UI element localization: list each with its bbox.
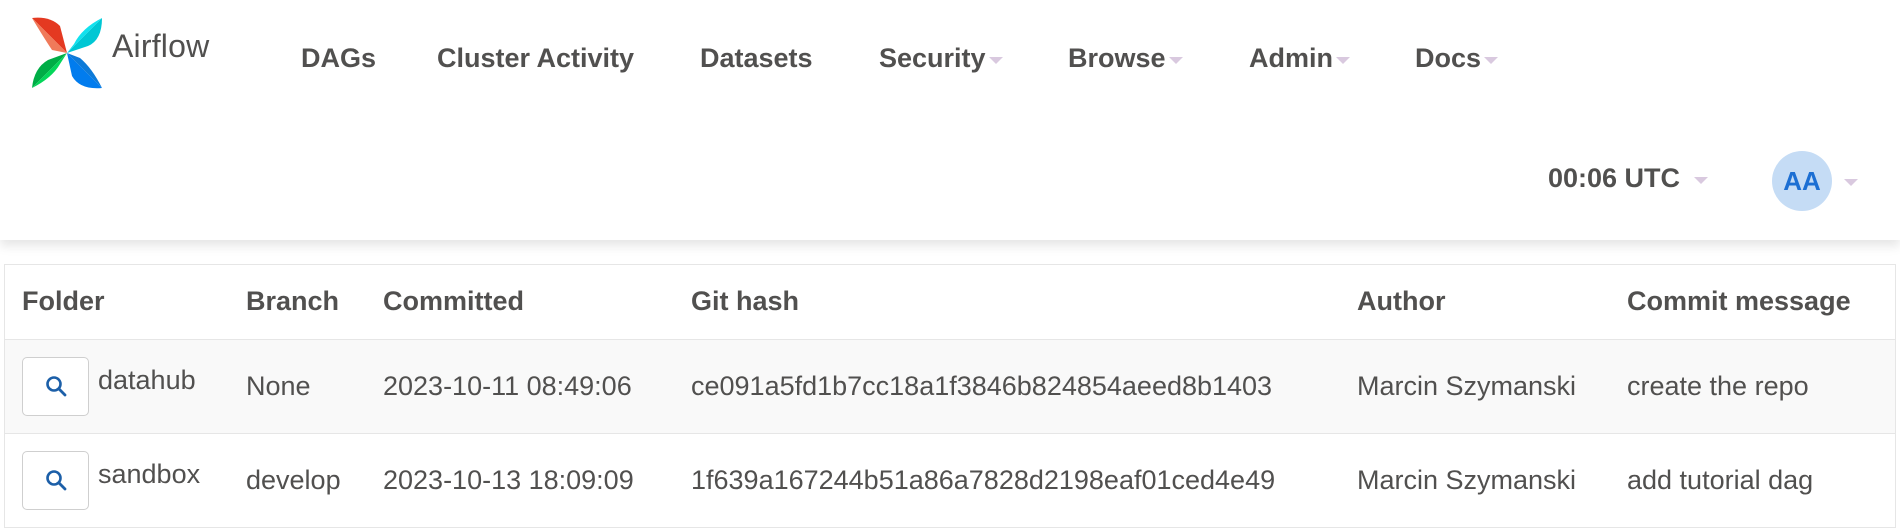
table-row: datahub None 2023-10-11 08:49:06 ce091a5… <box>5 339 1895 434</box>
column-header-commit-message[interactable]: Commit message <box>1610 265 1895 340</box>
clock-text: 00:06 UTC <box>1548 163 1681 193</box>
nav-item-cluster-activity[interactable]: Cluster Activity <box>437 38 634 78</box>
chevron-down-icon <box>1336 57 1350 65</box>
chevron-down-icon <box>1694 177 1709 185</box>
nav-item-datasets[interactable]: Datasets <box>700 38 813 78</box>
chevron-down-icon <box>1168 57 1183 65</box>
search-icon <box>45 376 66 397</box>
browse-folder-button[interactable] <box>22 450 89 510</box>
nav-item-cluster-activity-label: Cluster Activity <box>437 43 635 73</box>
avatar: AA <box>1772 151 1832 211</box>
top-navbar: Airflow DAGs Cluster Activity Datasets S… <box>0 0 1900 240</box>
cell-commit-message: create the repo <box>1610 339 1895 434</box>
cell-folder: datahub <box>5 339 229 434</box>
cell-git-hash: 1f639a167244b51a86a7828d2198eaf01ced4e49 <box>674 433 1340 528</box>
chevron-down-icon <box>988 57 1003 65</box>
nav-item-docs-label: Docs <box>1415 43 1482 73</box>
nav-item-docs[interactable]: Docs <box>1415 38 1499 78</box>
timezone-clock-dropdown[interactable]: 00:06 UTC <box>1548 158 1709 198</box>
column-header-committed[interactable]: Committed <box>366 265 674 340</box>
cell-branch: develop <box>229 433 366 528</box>
nav-item-browse-label: Browse <box>1068 43 1166 73</box>
table-row: sandbox develop 2023-10-13 18:09:09 1f63… <box>5 433 1895 528</box>
nav-item-dags[interactable]: DAGs <box>301 38 376 78</box>
git-repos-table: Folder Branch Committed Git hash Author … <box>4 264 1896 528</box>
search-icon <box>45 470 66 491</box>
nav-item-browse[interactable]: Browse <box>1068 38 1183 78</box>
table-header-row: Folder Branch Committed Git hash Author … <box>5 265 1895 340</box>
browse-folder-button[interactable] <box>22 356 89 416</box>
cell-git-hash: ce091a5fd1b7cc18a1f3846b824854aeed8b1403 <box>674 339 1340 434</box>
column-header-folder[interactable]: Folder <box>5 265 229 340</box>
cell-author: Marcin Szymanski <box>1340 433 1610 528</box>
nav-item-security-label: Security <box>879 43 986 73</box>
chevron-down-icon <box>1844 178 1858 186</box>
chevron-down-icon <box>1484 57 1499 65</box>
nav-item-datasets-label: Datasets <box>700 43 813 73</box>
cell-branch: None <box>229 339 366 434</box>
column-header-branch[interactable]: Branch <box>229 265 366 340</box>
folder-name: sandbox <box>98 458 201 489</box>
cell-committed: 2023-10-11 08:49:06 <box>366 339 674 434</box>
folder-name: datahub <box>98 364 196 395</box>
nav-item-admin-label: Admin <box>1249 43 1333 73</box>
cell-commit-message: add tutorial dag <box>1610 433 1895 528</box>
nav-item-security[interactable]: Security <box>879 38 1003 78</box>
cell-author: Marcin Szymanski <box>1340 339 1610 434</box>
cell-committed: 2023-10-13 18:09:09 <box>366 433 674 528</box>
column-header-author[interactable]: Author <box>1340 265 1610 340</box>
main-nav-menu: DAGs Cluster Activity Datasets Security … <box>0 38 1600 78</box>
column-header-git-hash[interactable]: Git hash <box>674 265 1340 340</box>
nav-item-admin[interactable]: Admin <box>1249 38 1350 78</box>
cell-folder: sandbox <box>5 433 229 528</box>
user-menu-dropdown[interactable]: AA <box>1772 151 1858 211</box>
nav-item-dags-label: DAGs <box>301 43 377 73</box>
